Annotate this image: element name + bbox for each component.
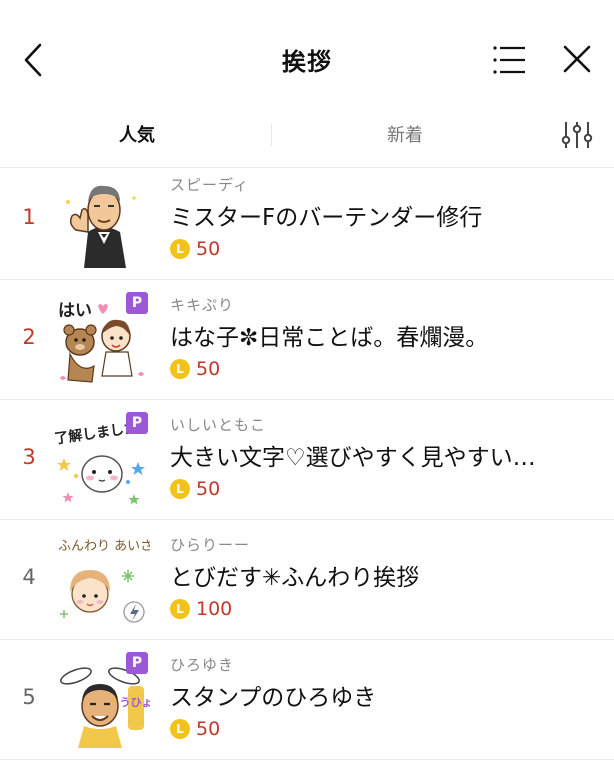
filter-icon[interactable] — [560, 120, 594, 150]
sticker-title: 大きい文字♡選びやすく見やすい… — [170, 445, 536, 471]
author-name: ひろゆき — [170, 656, 235, 674]
rank-number: 3 — [22, 445, 36, 469]
author-name: キキぷり — [170, 296, 235, 314]
sticker-title: はな子✼日常ことば。春爛漫。 — [170, 325, 489, 351]
price: L 100 — [170, 596, 232, 620]
price: L 50 — [170, 476, 220, 500]
tab-bar: 人気 新着 — [0, 110, 614, 168]
premium-badge: P — [126, 292, 148, 314]
coin-icon: L — [170, 598, 190, 619]
coin-icon: L — [170, 358, 190, 379]
back-icon[interactable] — [22, 43, 44, 77]
rank-number: 2 — [22, 325, 36, 349]
sticker-title: とびだす✳ふんわり挨拶 — [170, 565, 420, 591]
rank-number: 4 — [22, 565, 36, 589]
author-name: スピーディ — [170, 176, 249, 194]
premium-badge: P — [126, 412, 148, 434]
header: 挨拶 — [0, 0, 614, 120]
list-item[interactable]: 2 はい P キキぷり はな子✼日常ことば。春爛漫。 L 50 — [0, 280, 614, 400]
price-value: 100 — [196, 597, 233, 620]
tab-popular[interactable]: 人気 — [96, 110, 178, 162]
price-value: 50 — [196, 477, 221, 500]
list-item[interactable]: 5 うひょ P ひろゆき スタンプのひろゆき L 50 — [0, 640, 614, 760]
price: L 50 — [170, 236, 220, 260]
sticker-thumbnail — [66, 185, 136, 268]
price-value: 50 — [196, 237, 221, 260]
sticker-thumbnail: ふんわり あいさつ — [58, 539, 150, 623]
svg-text:はい: はい — [58, 301, 92, 321]
sticker-title: スタンプのひろゆき — [170, 685, 377, 711]
author-name: ひらりーー — [170, 536, 251, 554]
list-item[interactable]: 4 ふんわり あいさつ ひらりーー とびだす✳ふんわり挨拶 L 100 — [0, 520, 614, 640]
rank-number: 1 — [22, 205, 36, 229]
tab-divider — [271, 124, 272, 146]
price: L 50 — [170, 356, 220, 380]
price-value: 50 — [196, 357, 221, 380]
menu-icon[interactable] — [492, 44, 526, 76]
list-item[interactable]: 1 スピーディ ミスターFのバーテンダー修行 L 50 — [0, 160, 614, 280]
coin-icon: L — [170, 238, 190, 259]
sticker-title: ミスターFのバーテンダー修行 — [170, 205, 483, 231]
price-value: 50 — [196, 717, 221, 740]
svg-text:ふんわり あいさつ: ふんわり あいさつ — [58, 539, 150, 554]
price: L 50 — [170, 716, 220, 740]
rank-number: 5 — [22, 685, 36, 709]
close-icon[interactable] — [563, 45, 591, 73]
svg-text:うひょ: うひょ — [120, 696, 151, 709]
coin-icon: L — [170, 718, 190, 739]
coin-icon: L — [170, 478, 190, 499]
list-item[interactable]: 3 了解しました P いしいともこ 大きい文字♡選びやすく見やすい… L 50 — [0, 400, 614, 520]
premium-badge: P — [126, 652, 148, 674]
author-name: いしいともこ — [170, 416, 267, 434]
tab-new[interactable]: 新着 — [360, 110, 450, 162]
sticker-list: 1 スピーディ ミスターFのバーテンダー修行 L 50 2 はい P キキぷり … — [0, 160, 614, 760]
